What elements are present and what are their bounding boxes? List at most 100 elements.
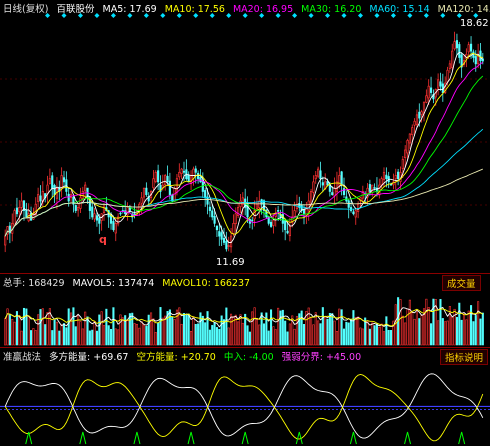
- candle-body: [411, 127, 414, 136]
- volume-bar: [352, 310, 355, 346]
- candle-body: [67, 193, 70, 202]
- candle-body: [95, 215, 99, 221]
- volume-bar: [88, 330, 91, 346]
- volume-bar: [182, 313, 186, 346]
- volume-bar: [58, 330, 61, 346]
- candle-body: [437, 79, 440, 89]
- indicator-panel[interactable]: 准赢战法 多方能量: +69.67 空方能量: +20.70 中入: -4.00…: [0, 347, 490, 446]
- candle-body: [211, 210, 214, 218]
- candle-body: [91, 206, 94, 218]
- buy-signal-spike: [187, 431, 195, 445]
- candle-body: [53, 185, 56, 195]
- volume-bar: [112, 307, 115, 346]
- volume-bar: [72, 307, 75, 346]
- candle-body: [178, 171, 181, 178]
- volume-bar: [251, 311, 254, 346]
- bull-energy-label: 多方能量: +69.67: [49, 352, 129, 363]
- volume-bar: [194, 323, 197, 346]
- volume-bar: [411, 312, 414, 346]
- candle-body: [225, 240, 228, 250]
- candle-body: [427, 85, 430, 99]
- volume-bar: [253, 307, 256, 346]
- volume-bar: [44, 324, 47, 346]
- volume-bar: [451, 316, 454, 346]
- volume-bar: [239, 314, 242, 346]
- volume-bar: [465, 319, 468, 346]
- candle-body: [98, 217, 101, 224]
- candle-body: [439, 81, 442, 87]
- volume-bar: [27, 316, 30, 346]
- volume-bar: [13, 321, 16, 346]
- candle-body: [340, 171, 343, 186]
- candle-body: [199, 176, 202, 183]
- volume-bar: [225, 307, 228, 346]
- candle-body: [469, 43, 473, 52]
- volume-bar: [359, 327, 362, 346]
- candle-body: [13, 210, 16, 226]
- candle-body: [418, 111, 421, 119]
- volume-bar: [18, 315, 21, 346]
- volume-bar: [157, 322, 160, 346]
- candle-body: [39, 195, 42, 202]
- candle-body: [166, 175, 169, 183]
- volume-bar: [67, 308, 70, 346]
- candle-body: [145, 187, 148, 195]
- volume-bar: [277, 307, 280, 346]
- indicator-name: 准赢战法: [3, 352, 42, 363]
- volume-bar: [133, 323, 136, 346]
- volume-bar: [425, 298, 428, 346]
- volume-bar: [373, 325, 376, 346]
- volume-bar: [324, 316, 327, 346]
- ma60-value: MA60: 15.14: [369, 4, 430, 15]
- candle-body: [77, 207, 80, 211]
- candle-body: [189, 175, 193, 185]
- candle-body: [352, 211, 355, 215]
- stock-chart-window: 日线(复权) 百联股份 MA5: 17.69 MA10: 17.56 MA20:…: [0, 0, 490, 446]
- volume-bar: [267, 330, 270, 346]
- candle-body: [277, 210, 280, 212]
- volume-bar: [91, 329, 94, 346]
- volume-bar: [30, 330, 33, 346]
- volume-bar: [150, 312, 153, 346]
- volume-bar: [215, 327, 218, 346]
- volume-bar: [192, 316, 195, 346]
- volume-bar: [302, 323, 306, 346]
- candle-body: [319, 170, 322, 180]
- indicator-help-button[interactable]: 指标说明: [440, 349, 489, 365]
- volume-bar: [439, 299, 442, 346]
- candle-body: [474, 56, 477, 65]
- volume-bar: [107, 325, 110, 346]
- volume-bar: [138, 327, 141, 346]
- volume-bar: [187, 313, 190, 346]
- strength-divider-label: 强弱分界: +45.00: [281, 352, 362, 363]
- candle-body: [354, 210, 357, 218]
- candle-body: [93, 213, 96, 220]
- volume-bar: [357, 316, 360, 346]
- volume-bar: [60, 324, 63, 346]
- volume-bar: [340, 309, 343, 346]
- volume-bar: [34, 330, 37, 346]
- candle-body: [168, 180, 171, 195]
- volume-indicator-button[interactable]: 成交量: [442, 275, 481, 291]
- volume-bar: [105, 308, 108, 346]
- volume-bar: [180, 323, 183, 346]
- volume-bar: [335, 331, 338, 346]
- volume-bar: [408, 299, 411, 346]
- candle-body: [25, 210, 28, 218]
- candle-body: [182, 170, 186, 173]
- high-price-annotation: 18.62: [460, 18, 489, 29]
- volume-bar: [338, 308, 341, 346]
- candle-body: [317, 168, 320, 177]
- candle-body: [114, 222, 117, 234]
- candle-body: [20, 200, 23, 208]
- volume-bar: [131, 312, 134, 346]
- volume-bar: [237, 321, 240, 346]
- volume-bar: [390, 330, 393, 346]
- volume-bar: [199, 312, 202, 346]
- volume-bar: [62, 323, 66, 346]
- volume-bar: [342, 328, 346, 346]
- volume-panel[interactable]: 总手: 168429 MAVOL5: 137474 MAVOL10: 16623…: [0, 273, 490, 347]
- volume-bar: [350, 319, 353, 346]
- volume-bar: [135, 323, 138, 346]
- kline-panel[interactable]: 日线(复权) 百联股份 MA5: 17.69 MA10: 17.56 MA20:…: [0, 0, 490, 272]
